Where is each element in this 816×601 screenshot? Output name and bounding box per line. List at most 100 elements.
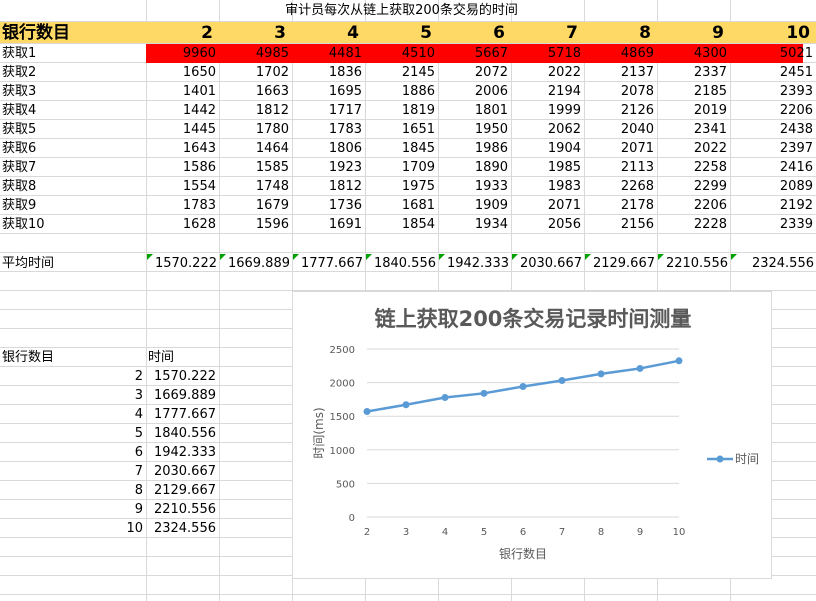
row-label[interactable]: 获取5	[0, 120, 146, 139]
column-header[interactable]: 6	[438, 23, 511, 43]
data-cell[interactable]: 2006	[438, 82, 511, 101]
summary-value[interactable]: 1942.333	[146, 443, 219, 462]
row-label[interactable]: 获取2	[0, 63, 146, 82]
data-cell[interactable]: 2206	[657, 196, 730, 215]
column-header[interactable]: 7	[511, 23, 584, 43]
data-cell[interactable]: 2397	[730, 139, 816, 158]
summary-key[interactable]: 10	[0, 519, 146, 538]
avg-cell[interactable]: 1570.222	[146, 254, 219, 273]
data-cell[interactable]: 4510	[365, 44, 438, 63]
data-cell[interactable]: 1691	[292, 215, 365, 234]
data-cell[interactable]: 5021	[730, 44, 816, 63]
data-cell[interactable]: 1554	[146, 177, 219, 196]
data-cell[interactable]: 1651	[365, 120, 438, 139]
data-cell[interactable]: 1586	[146, 158, 219, 177]
corner-header[interactable]: 银行数目	[0, 23, 146, 43]
column-header[interactable]: 4	[292, 23, 365, 43]
data-cell[interactable]: 1934	[438, 215, 511, 234]
avg-label[interactable]: 平均时间	[0, 254, 146, 273]
data-cell[interactable]: 2299	[657, 177, 730, 196]
data-cell[interactable]: 2268	[584, 177, 657, 196]
data-cell[interactable]: 4985	[219, 44, 292, 63]
data-cell[interactable]: 2078	[584, 82, 657, 101]
avg-cell[interactable]: 2210.556	[657, 254, 730, 273]
summary-value[interactable]: 2129.667	[146, 481, 219, 500]
data-cell[interactable]: 1806	[292, 139, 365, 158]
row-label[interactable]: 获取10	[0, 215, 146, 234]
data-cell[interactable]: 2206	[730, 101, 816, 120]
data-cell[interactable]: 2022	[511, 63, 584, 82]
data-cell[interactable]: 1854	[365, 215, 438, 234]
data-cell[interactable]: 2451	[730, 63, 816, 82]
avg-cell[interactable]: 1942.333	[438, 254, 511, 273]
data-cell[interactable]: 5667	[438, 44, 511, 63]
data-cell[interactable]: 1909	[438, 196, 511, 215]
data-cell[interactable]: 2228	[657, 215, 730, 234]
avg-cell[interactable]: 2129.667	[584, 254, 657, 273]
summary-value[interactable]: 1777.667	[146, 405, 219, 424]
summary-header-value[interactable]: 时间	[146, 348, 219, 367]
data-cell[interactable]: 4481	[292, 44, 365, 63]
summary-key[interactable]: 3	[0, 386, 146, 405]
row-label[interactable]: 获取6	[0, 139, 146, 158]
data-cell[interactable]: 1780	[219, 120, 292, 139]
data-cell[interactable]: 1445	[146, 120, 219, 139]
data-cell[interactable]: 1442	[146, 101, 219, 120]
data-cell[interactable]: 1695	[292, 82, 365, 101]
data-cell[interactable]: 2071	[511, 196, 584, 215]
data-cell[interactable]: 2145	[365, 63, 438, 82]
data-cell[interactable]: 2416	[730, 158, 816, 177]
data-cell[interactable]: 1709	[365, 158, 438, 177]
data-cell[interactable]: 1783	[146, 196, 219, 215]
avg-cell[interactable]: 1669.889	[219, 254, 292, 273]
summary-key[interactable]: 4	[0, 405, 146, 424]
data-cell[interactable]: 1663	[219, 82, 292, 101]
row-label[interactable]: 获取4	[0, 101, 146, 120]
column-header[interactable]: 2	[146, 23, 219, 43]
data-cell[interactable]: 2156	[584, 215, 657, 234]
data-cell[interactable]: 1819	[365, 101, 438, 120]
data-cell[interactable]: 1812	[292, 177, 365, 196]
data-cell[interactable]: 2178	[584, 196, 657, 215]
sheet-title[interactable]: 审计员每次从链上获取200条交易的时间	[146, 1, 657, 20]
column-header[interactable]: 10	[730, 23, 816, 43]
data-cell[interactable]: 1783	[292, 120, 365, 139]
data-cell[interactable]: 5718	[511, 44, 584, 63]
summary-value[interactable]: 2030.667	[146, 462, 219, 481]
data-cell[interactable]: 2337	[657, 63, 730, 82]
data-cell[interactable]: 1836	[292, 63, 365, 82]
data-cell[interactable]: 2393	[730, 82, 816, 101]
data-cell[interactable]: 2192	[730, 196, 816, 215]
data-cell[interactable]: 1983	[511, 177, 584, 196]
data-cell[interactable]: 1643	[146, 139, 219, 158]
row-label[interactable]: 获取3	[0, 82, 146, 101]
summary-value[interactable]: 2210.556	[146, 500, 219, 519]
summary-key[interactable]: 7	[0, 462, 146, 481]
data-cell[interactable]: 2040	[584, 120, 657, 139]
data-cell[interactable]: 1812	[219, 101, 292, 120]
avg-cell[interactable]: 1777.667	[292, 254, 365, 273]
data-cell[interactable]: 1681	[365, 196, 438, 215]
avg-cell[interactable]: 2030.667	[511, 254, 584, 273]
data-cell[interactable]: 1985	[511, 158, 584, 177]
column-header[interactable]: 8	[584, 23, 657, 43]
data-cell[interactable]: 2113	[584, 158, 657, 177]
data-cell[interactable]: 2258	[657, 158, 730, 177]
data-cell[interactable]: 2019	[657, 101, 730, 120]
data-cell[interactable]: 1950	[438, 120, 511, 139]
data-cell[interactable]: 4869	[584, 44, 657, 63]
data-cell[interactable]: 9960	[146, 44, 219, 63]
data-cell[interactable]: 2339	[730, 215, 816, 234]
data-cell[interactable]: 1933	[438, 177, 511, 196]
column-header[interactable]: 9	[657, 23, 730, 43]
summary-value[interactable]: 1840.556	[146, 424, 219, 443]
data-cell[interactable]: 2062	[511, 120, 584, 139]
data-cell[interactable]: 1748	[219, 177, 292, 196]
avg-cell[interactable]: 2324.556	[730, 254, 816, 273]
summary-value[interactable]: 2324.556	[146, 519, 219, 538]
row-label[interactable]: 获取7	[0, 158, 146, 177]
data-cell[interactable]: 1736	[292, 196, 365, 215]
data-cell[interactable]: 1628	[146, 215, 219, 234]
data-cell[interactable]: 1845	[365, 139, 438, 158]
row-label[interactable]: 获取1	[0, 44, 146, 63]
